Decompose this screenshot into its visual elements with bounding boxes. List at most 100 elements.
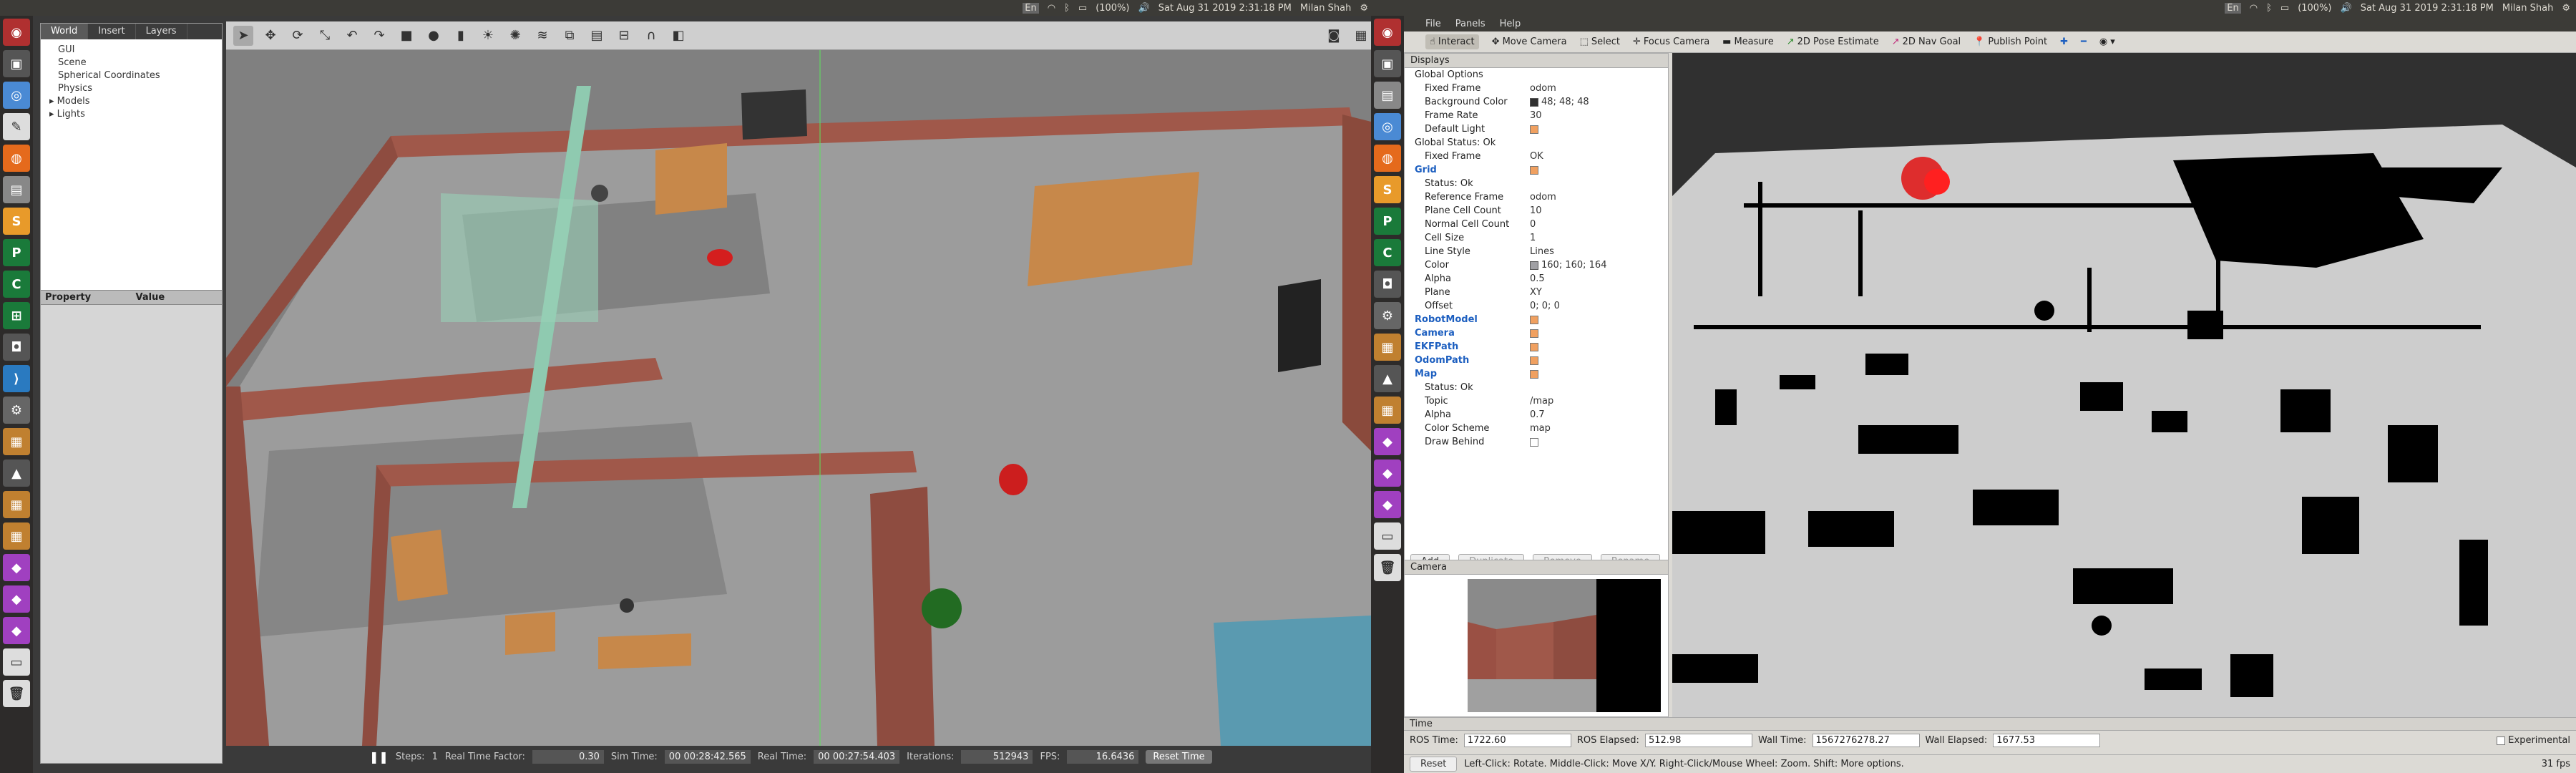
align-icon[interactable]: ⊟ (614, 26, 634, 46)
purple-app-icon[interactable]: ◆ (1374, 460, 1401, 487)
checkbox-icon[interactable] (1530, 356, 1538, 365)
reset-time-button[interactable]: Reset Time (1146, 749, 1212, 764)
wall-elapsed-field[interactable]: 1677.53 (1993, 734, 2101, 747)
display-row-value[interactable]: odom (1530, 83, 1668, 94)
tree-item-gui[interactable]: GUI (47, 44, 216, 57)
vlc-icon[interactable]: ▲ (1374, 365, 1401, 392)
display-row[interactable]: Normal Cell Count 0 (1405, 218, 1668, 231)
checkbox-icon[interactable] (2497, 736, 2506, 745)
trash-icon[interactable]: 🗑 (1374, 554, 1401, 581)
display-row-value[interactable] (1530, 369, 1668, 379)
display-row-value[interactable]: 0.7 (1530, 409, 1668, 420)
directional-light-icon[interactable]: ≋ (532, 26, 552, 46)
display-row-value[interactable]: 0 (1530, 219, 1668, 230)
lang-indicator[interactable]: En (1023, 2, 1039, 14)
display-row-value[interactable]: 30 (1530, 110, 1668, 121)
sphere-shape-icon[interactable]: ● (424, 26, 444, 46)
spot-light-icon[interactable]: ✺ (505, 26, 525, 46)
display-row-value[interactable] (1530, 314, 1668, 325)
ide-icon[interactable]: ⊞ (3, 302, 30, 329)
select-tool[interactable]: ⬚ Select (1580, 37, 1620, 47)
display-row[interactable]: Plane Cell Count 10 (1405, 204, 1668, 218)
volume-icon[interactable]: 🔊 (2341, 3, 2352, 14)
pose-estimate-tool[interactable]: ↗ 2D Pose Estimate (1787, 37, 1879, 47)
display-row-value[interactable] (1530, 328, 1668, 339)
text-editor-icon[interactable]: ✎ (3, 113, 30, 140)
display-row-value[interactable]: map (1530, 423, 1668, 434)
display-row[interactable]: Reference Frame odom (1405, 190, 1668, 204)
chrome-icon[interactable]: ◎ (1374, 113, 1401, 140)
battery-icon[interactable]: ▭ (2280, 3, 2289, 14)
display-row[interactable]: EKFPath (1405, 340, 1668, 354)
ros-time-field[interactable]: 1722.60 (1463, 734, 1571, 747)
rotate-mode-icon[interactable]: ⟳ (288, 26, 308, 46)
dash-icon[interactable]: ◉ (1374, 19, 1401, 46)
rviz-3d-view[interactable] (1672, 53, 2576, 717)
display-row[interactable]: Color 160; 160; 164 (1405, 258, 1668, 272)
display-row-value[interactable] (1530, 165, 1668, 175)
menu-panels[interactable]: Panels (1455, 19, 1485, 29)
redo-icon[interactable]: ↷ (369, 26, 389, 46)
interact-tool[interactable]: ☝ Interact (1425, 34, 1479, 49)
copy-icon[interactable]: ⧉ (560, 26, 580, 46)
focus-camera-tool[interactable]: ✛ Focus Camera (1633, 37, 1709, 47)
files-icon[interactable]: ▤ (1374, 82, 1401, 109)
display-row[interactable]: Map (1405, 367, 1668, 381)
display-row-value[interactable]: /map (1530, 396, 1668, 407)
display-row[interactable]: Alpha 0.5 (1405, 272, 1668, 286)
change-view-icon[interactable]: ◧ (668, 26, 688, 46)
experimental-checkbox[interactable]: Experimental (2497, 735, 2570, 746)
display-row-value[interactable]: 0.5 (1530, 273, 1668, 284)
clock[interactable]: Sat Aug 31 2019 2:31:18 PM (2361, 3, 2494, 14)
ros-elapsed-field[interactable]: 512.98 (1644, 734, 1752, 747)
display-row-value[interactable]: odom (1530, 192, 1668, 203)
display-row[interactable]: Fixed Frame odom (1405, 82, 1668, 95)
display-row[interactable]: Background Color 48; 48; 48 (1405, 95, 1668, 109)
checkbox-icon[interactable] (1530, 329, 1538, 338)
display-row[interactable]: Global Status: Ok (1405, 136, 1668, 150)
tree-item-lights[interactable]: ▸ Lights (47, 108, 216, 121)
tree-item-spherical-coordinates[interactable]: Spherical Coordinates (47, 69, 216, 82)
display-row-value[interactable]: XY (1530, 287, 1668, 298)
display-row-value[interactable]: 160; 160; 164 (1530, 260, 1668, 271)
terminal-icon[interactable]: ▣ (1374, 50, 1401, 77)
sublime-icon[interactable]: S (1374, 176, 1401, 203)
move-camera-tool[interactable]: ✥ Move Camera (1492, 37, 1567, 47)
camera-app-icon[interactable]: ◘ (1374, 271, 1401, 298)
display-row[interactable]: Global Options (1405, 68, 1668, 82)
clock[interactable]: Sat Aug 31 2019 2:31:18 PM (1158, 3, 1292, 14)
point-light-icon[interactable]: ☀ (478, 26, 498, 46)
display-row[interactable]: RobotModel (1405, 313, 1668, 326)
chrome-icon[interactable]: ◎ (3, 82, 30, 109)
gazebo-3d-viewport[interactable] (226, 50, 1371, 746)
display-row-value[interactable] (1530, 124, 1668, 135)
display-row-value[interactable]: 0; 0; 0 (1530, 301, 1668, 311)
purple-app-icon[interactable]: ◆ (3, 617, 30, 644)
reset-button[interactable]: Reset (1410, 757, 1458, 772)
bluetooth-icon[interactable]: ᛒ (2266, 3, 2272, 14)
display-row[interactable]: OdomPath (1405, 354, 1668, 367)
package-icon[interactable]: ▦ (1374, 397, 1401, 424)
select-mode-icon[interactable]: ➤ (233, 25, 253, 46)
display-row-value[interactable]: 48; 48; 48 (1530, 97, 1668, 107)
display-row-value[interactable]: Lines (1530, 246, 1668, 257)
display-row[interactable]: Grid (1405, 163, 1668, 177)
tree-item-physics[interactable]: Physics (47, 82, 216, 95)
display-row[interactable]: Default Light (1405, 122, 1668, 136)
display-row[interactable]: Offset 0; 0; 0 (1405, 299, 1668, 313)
lang-indicator[interactable]: En (2225, 2, 2241, 14)
camera-app-icon[interactable]: ◘ (3, 334, 30, 361)
color-swatch[interactable] (1530, 261, 1538, 270)
volume-icon[interactable]: 🔊 (1138, 3, 1150, 14)
vscode-icon[interactable]: ⟩ (3, 365, 30, 392)
screenshot-icon[interactable]: ◙ (1324, 26, 1344, 46)
terminal-icon[interactable]: ▣ (3, 50, 30, 77)
clion-icon[interactable]: C (1374, 239, 1401, 266)
tab-insert[interactable]: Insert (88, 24, 136, 39)
expand-arrow-icon[interactable]: ▸ (49, 96, 57, 107)
pycharm-icon[interactable]: P (1374, 208, 1401, 235)
translate-mode-icon[interactable]: ✥ (260, 26, 280, 46)
display-row[interactable]: Status: Ok (1405, 177, 1668, 190)
display-row[interactable]: Cell Size 1 (1405, 231, 1668, 245)
box-shape-icon[interactable]: ■ (396, 26, 416, 46)
